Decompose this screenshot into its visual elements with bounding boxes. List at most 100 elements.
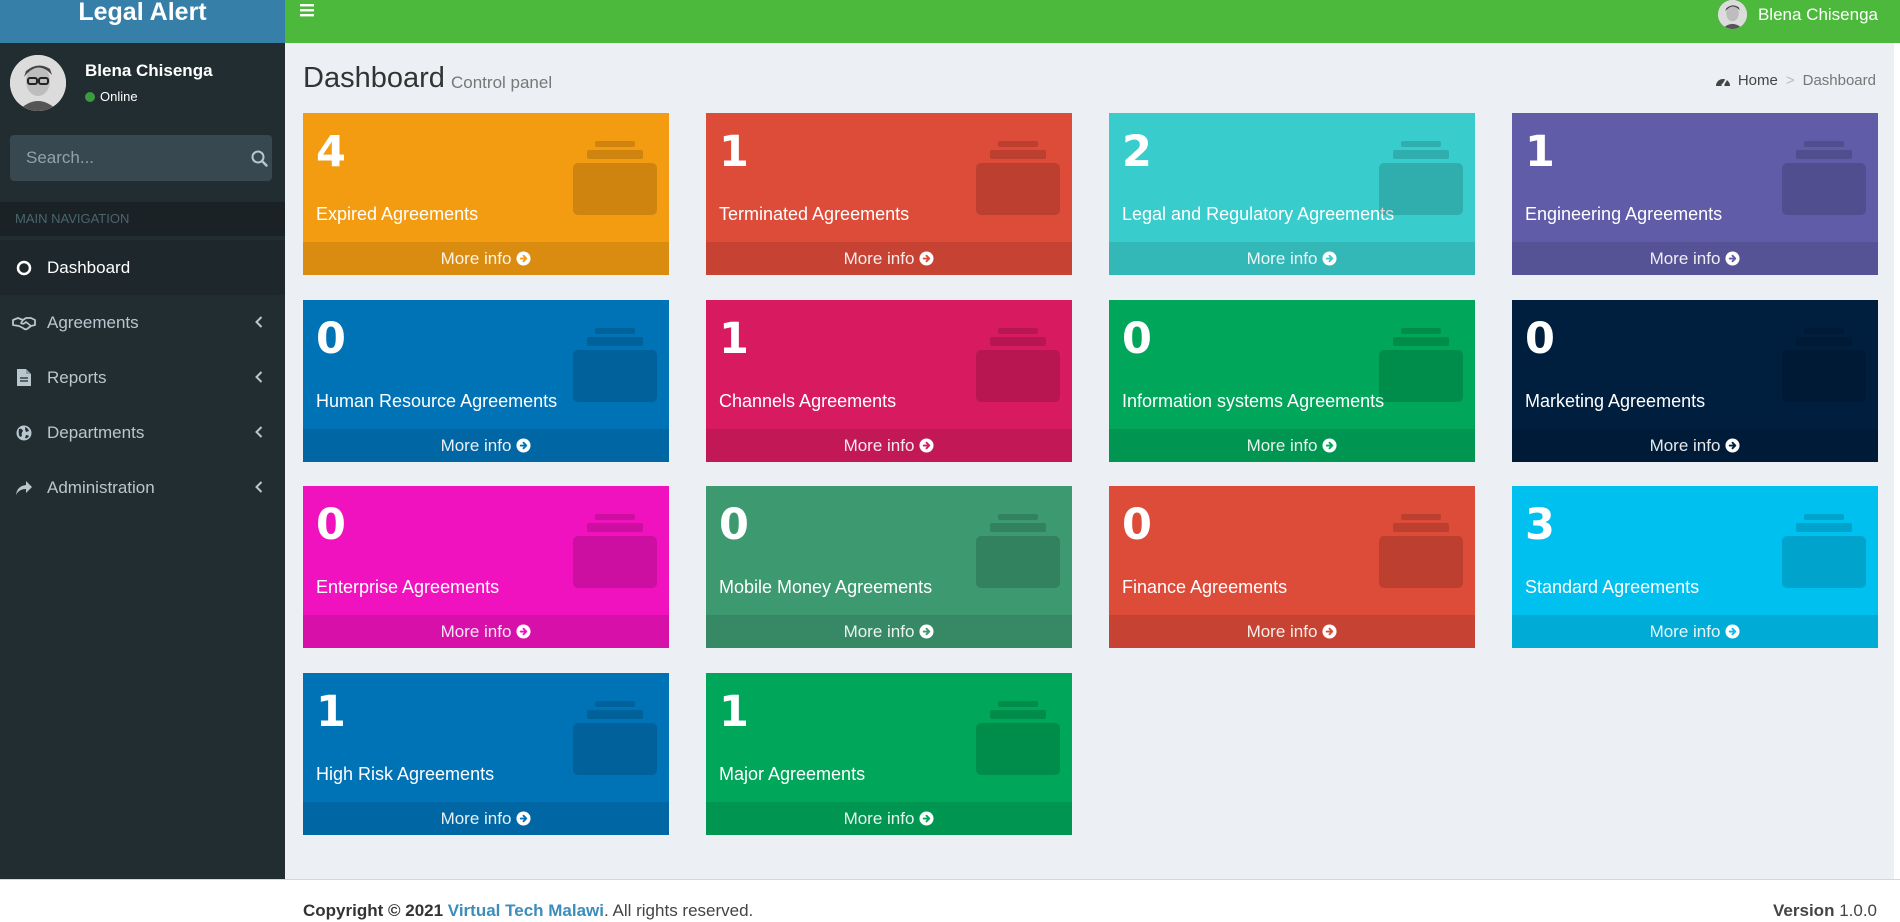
more-info-label: More info <box>843 621 915 641</box>
sidebar-item-departments[interactable]: Departments <box>0 405 285 460</box>
user-panel: Blena Chisenga Online <box>0 43 285 123</box>
more-info-label: More info <box>440 621 512 641</box>
more-info-label: More info <box>843 435 915 455</box>
info-box-finance: 0 Finance Agreements More info <box>1109 486 1475 648</box>
sidebar-search <box>10 135 272 181</box>
user-menu-name: Blena Chisenga <box>1757 4 1878 24</box>
breadcrumb-home[interactable]: Home <box>1715 72 1778 89</box>
copyright-prefix: Copyright © 2021 <box>303 901 444 920</box>
share-icon <box>15 480 32 495</box>
version-number: 1.0.0 <box>1839 901 1877 920</box>
user-status-text: Online <box>100 89 138 104</box>
folder-icon <box>1782 141 1866 220</box>
copyright-suffix: . All rights reserved. <box>604 901 754 920</box>
arrow-circle-right-icon <box>516 438 531 453</box>
sidebar-item-agreements[interactable]: Agreements <box>0 295 285 350</box>
more-info-label: More info <box>440 248 512 268</box>
user-status: Online <box>85 89 138 104</box>
search-input[interactable] <box>10 135 247 181</box>
box-label: Engineering Agreements <box>1525 204 1723 224</box>
more-info-link[interactable]: More info <box>303 242 669 275</box>
box-count: 0 <box>1122 314 1152 364</box>
more-info-link[interactable]: More info <box>1512 242 1878 275</box>
box-count: 1 <box>719 687 749 737</box>
folder-icon <box>1379 514 1463 593</box>
box-label: Enterprise Agreements <box>316 577 500 597</box>
app-logo[interactable]: Legal Alert <box>0 0 285 43</box>
search-icon <box>251 150 268 167</box>
more-info-link[interactable]: More info <box>1109 242 1475 275</box>
more-info-link[interactable]: More info <box>303 429 669 462</box>
info-box-enterprise: 0 Enterprise Agreements More info <box>303 486 669 648</box>
sidebar-item-dashboard[interactable]: Dashboard <box>0 240 285 295</box>
more-info-label: More info <box>1246 435 1318 455</box>
box-label: High Risk Agreements <box>316 764 495 784</box>
user-menu[interactable]: Blena Chisenga <box>1717 0 1878 29</box>
box-count: 1 <box>316 687 346 737</box>
arrow-circle-right-icon <box>1725 251 1740 266</box>
scrollbar-track[interactable] <box>1894 43 1900 879</box>
search-button[interactable] <box>247 135 272 181</box>
version-info: Version 1.0.0 <box>1773 901 1877 921</box>
box-label: Standard Agreements <box>1525 577 1700 597</box>
arrow-circle-right-icon <box>1322 438 1337 453</box>
arrow-circle-right-icon <box>516 624 531 639</box>
arrow-circle-right-icon <box>1725 438 1740 453</box>
box-count: 2 <box>1122 127 1152 177</box>
folder-icon <box>573 328 657 407</box>
info-box-human-resource: 0 Human Resource Agreements More info <box>303 300 669 462</box>
chevron-left-icon <box>255 316 263 328</box>
more-info-link[interactable]: More info <box>1512 429 1878 462</box>
arrow-circle-right-icon <box>1725 624 1740 639</box>
info-box-engineering: 1 Engineering Agreements More info <box>1512 113 1878 275</box>
sidebar-item-label: Departments <box>47 422 145 442</box>
user-menu-avatar <box>1717 0 1747 29</box>
sidebar-toggle[interactable] <box>299 2 315 23</box>
more-info-link[interactable]: More info <box>303 802 669 835</box>
box-count: 0 <box>719 500 749 550</box>
folder-icon <box>573 141 657 220</box>
folder-icon <box>1379 328 1463 407</box>
info-box-information-systems: 0 Information systems Agreements More in… <box>1109 300 1475 462</box>
folder-icon <box>1379 141 1463 220</box>
box-count: 0 <box>316 314 346 364</box>
file-icon <box>16 369 31 386</box>
more-info-link[interactable]: More info <box>706 802 1072 835</box>
more-info-label: More info <box>1649 435 1721 455</box>
more-info-label: More info <box>843 248 915 268</box>
online-status-icon <box>85 91 95 102</box>
copyright: Copyright © 2021 Virtual Tech Malawi. Al… <box>303 901 753 921</box>
box-label: Expired Agreements <box>316 204 479 224</box>
info-box-major: 1 Major Agreements More info <box>706 673 1072 835</box>
info-box-marketing: 0 Marketing Agreements More info <box>1512 300 1878 462</box>
box-count: 0 <box>316 500 346 550</box>
more-info-label: More info <box>843 808 915 828</box>
sidebar-item-label: Reports <box>47 367 107 387</box>
more-info-link[interactable]: More info <box>706 429 1072 462</box>
user-name: Blena Chisenga <box>85 61 213 80</box>
folder-icon <box>573 701 657 780</box>
more-info-link[interactable]: More info <box>706 615 1072 648</box>
sidebar: Legal Alert Blena Chisenga Online Search… <box>0 0 285 879</box>
folder-icon <box>976 514 1060 593</box>
company-link[interactable]: Virtual Tech Malawi <box>448 901 604 920</box>
page-footer: Copyright © 2021 Virtual Tech Malawi. Al… <box>0 879 1900 922</box>
more-info-link[interactable]: More info <box>1109 615 1475 648</box>
info-box-channels: 1 Channels Agreements More info <box>706 300 1072 462</box>
more-info-link[interactable]: More info <box>1512 615 1878 648</box>
sidebar-item-administration[interactable]: Administration <box>0 460 285 515</box>
more-info-label: More info <box>1649 621 1721 641</box>
box-label: Major Agreements <box>719 764 866 784</box>
nav-header: MAIN NAVIGATION <box>0 202 285 236</box>
more-info-link[interactable]: More info <box>303 615 669 648</box>
more-info-link[interactable]: More info <box>1109 429 1475 462</box>
more-info-link[interactable]: More info <box>706 242 1072 275</box>
dashboard-icon <box>1715 78 1730 86</box>
more-info-label: More info <box>440 435 512 455</box>
globe-icon <box>16 425 31 440</box>
info-box-terminated: 1 Terminated Agreements More info <box>706 113 1072 275</box>
sidebar-item-label: Administration <box>47 477 155 497</box>
sidebar-item-reports[interactable]: Reports <box>0 350 285 405</box>
more-info-label: More info <box>440 808 512 828</box>
chevron-left-icon <box>255 426 263 438</box>
